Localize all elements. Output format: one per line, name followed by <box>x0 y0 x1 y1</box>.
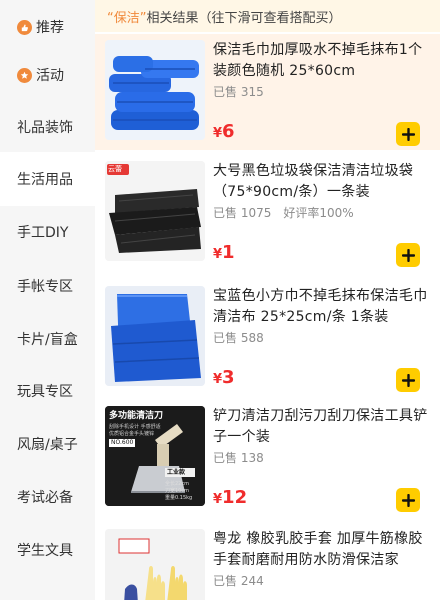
product-title[interactable]: 粤龙 橡胶乳胶手套 加厚牛筋橡胶手套耐磨耐用防水防滑保洁家 <box>213 529 429 571</box>
sidebar-item-exam-essentials[interactable]: 考试必备 <box>0 470 95 524</box>
sidebar-item-toys[interactable]: 玩具专区 <box>0 364 95 418</box>
sidebar-item-label: 卡片/盲盒 <box>17 332 78 348</box>
yellow-gloves-image[interactable] <box>105 529 205 600</box>
spec-text: 刀宽10cm <box>165 488 189 494</box>
sidebar-item-label: 风扇/桌子 <box>17 437 78 453</box>
sidebar-item-fan-desk[interactable]: 风扇/桌子 <box>0 417 95 471</box>
sales-count: 已售 315 <box>213 85 264 99</box>
category-sidebar: 推荐 活动 礼品装饰 生活用品 手工DIY 手帐专区 卡片/盲盒 玩具专区 风扇… <box>0 0 95 600</box>
search-keyword: “保洁” <box>107 10 147 26</box>
sidebar-item-cards-blindbox[interactable]: 卡片/盲盒 <box>0 312 95 366</box>
image-subtext: 刮除手机设计 手感舒适 <box>109 424 161 430</box>
scraper-tool-image[interactable]: 多功能清洁刀 刮除手机设计 手感舒适 优质铝合金手头镀锌 NO.600 工业款 … <box>105 406 205 506</box>
plus-icon <box>401 248 415 262</box>
sidebar-item-label: 手工DIY <box>17 225 69 241</box>
sidebar-item-stationery[interactable]: 学生文具 <box>0 523 95 577</box>
image-tag: 工业款 <box>167 469 186 476</box>
thumb-up-icon <box>17 19 32 35</box>
black-trash-bags-image[interactable]: 云蕾 <box>105 161 205 261</box>
plus-icon <box>401 373 415 387</box>
sales-count: 已售 588 <box>213 331 264 345</box>
sidebar-item-label: 玩具专区 <box>17 384 73 400</box>
star-icon <box>17 67 32 83</box>
product-price: ¥3 <box>213 367 235 388</box>
add-to-cart-button[interactable] <box>396 488 420 512</box>
product-title[interactable]: 铲刀清洁刀刮污刀刮刀保洁工具铲子一个装 <box>213 406 429 448</box>
sidebar-item-label: 推荐 <box>36 20 64 36</box>
image-subtext: 优质铝合金手头镀锌 <box>109 431 155 437</box>
product-card[interactable]: 云蕾 大号黑色垃圾袋保洁清洁垃圾袋（75*90cm/条）一条装 已售 1075 好… <box>95 155 440 275</box>
rating-text: 好评率100% <box>283 206 354 220</box>
model-label: NO.600 <box>109 439 136 447</box>
sales-count: 已售 244 <box>213 574 264 588</box>
product-card[interactable]: 宝蓝色小方巾不掉毛抹布保洁毛巾清洁布 25*25cm/条 1条装 已售 588 … <box>95 280 440 400</box>
product-price: ¥1 <box>213 242 235 263</box>
product-title[interactable]: 保洁毛巾加厚吸水不掉毛抹布1个装颜色随机 25*60cm <box>213 40 429 82</box>
sidebar-item-daily-goods[interactable]: 生活用品 <box>0 152 95 206</box>
product-title[interactable]: 大号黑色垃圾袋保洁清洁垃圾袋（75*90cm/条）一条装 <box>213 161 429 203</box>
spec-text: 重量0.15kg <box>165 495 193 501</box>
add-to-cart-button[interactable] <box>396 368 420 392</box>
search-result-hint: 相关结果（往下滑可查看搭配买） <box>146 10 342 26</box>
product-card[interactable]: 多功能清洁刀 刮除手机设计 手感舒适 优质铝合金手头镀锌 NO.600 工业款 … <box>95 403 440 523</box>
spec-text: 全长22cm <box>165 481 189 487</box>
sidebar-item-handmade-diy[interactable]: 手工DIY <box>0 205 95 259</box>
sidebar-item-label: 手帐专区 <box>17 279 73 295</box>
search-result-header: “保洁” 相关结果（往下滑可查看搭配买） <box>95 0 440 32</box>
image-headline: 多功能清洁刀 <box>109 411 164 421</box>
sidebar-item-label: 活动 <box>36 68 64 84</box>
add-to-cart-button[interactable] <box>396 243 420 267</box>
sidebar-item-label: 考试必备 <box>17 490 73 506</box>
plus-icon <box>401 127 415 141</box>
sidebar-item-recommend[interactable]: 推荐 <box>0 0 95 54</box>
product-price: ¥6 <box>213 121 235 142</box>
sidebar-item-journal[interactable]: 手帐专区 <box>0 259 95 313</box>
product-title[interactable]: 宝蓝色小方巾不掉毛抹布保洁毛巾清洁布 25*25cm/条 1条装 <box>213 286 429 328</box>
blue-cloth-image[interactable] <box>105 286 205 386</box>
sidebar-item-label: 学生文具 <box>17 543 73 559</box>
product-card[interactable]: 粤龙 橡胶乳胶手套 加厚牛筋橡胶手套耐磨耐用防水防滑保洁家 已售 244 <box>95 527 440 600</box>
product-price: ¥12 <box>213 487 248 508</box>
sales-count: 已售 138 <box>213 451 264 465</box>
blue-towels-image[interactable] <box>105 40 205 140</box>
add-to-cart-button[interactable] <box>396 122 420 146</box>
sidebar-item-gift-decor[interactable]: 礼品装饰 <box>0 100 95 154</box>
sales-count: 已售 1075 好评率100% <box>213 206 354 220</box>
brand-badge: 云蕾 <box>108 165 122 173</box>
sidebar-item-activity[interactable]: 活动 <box>0 48 95 102</box>
sidebar-item-label: 生活用品 <box>17 172 73 188</box>
plus-icon <box>401 493 415 507</box>
sidebar-item-label: 礼品装饰 <box>17 120 73 136</box>
product-card[interactable]: 保洁毛巾加厚吸水不掉毛抹布1个装颜色随机 25*60cm 已售 315 ¥6 <box>95 34 440 150</box>
